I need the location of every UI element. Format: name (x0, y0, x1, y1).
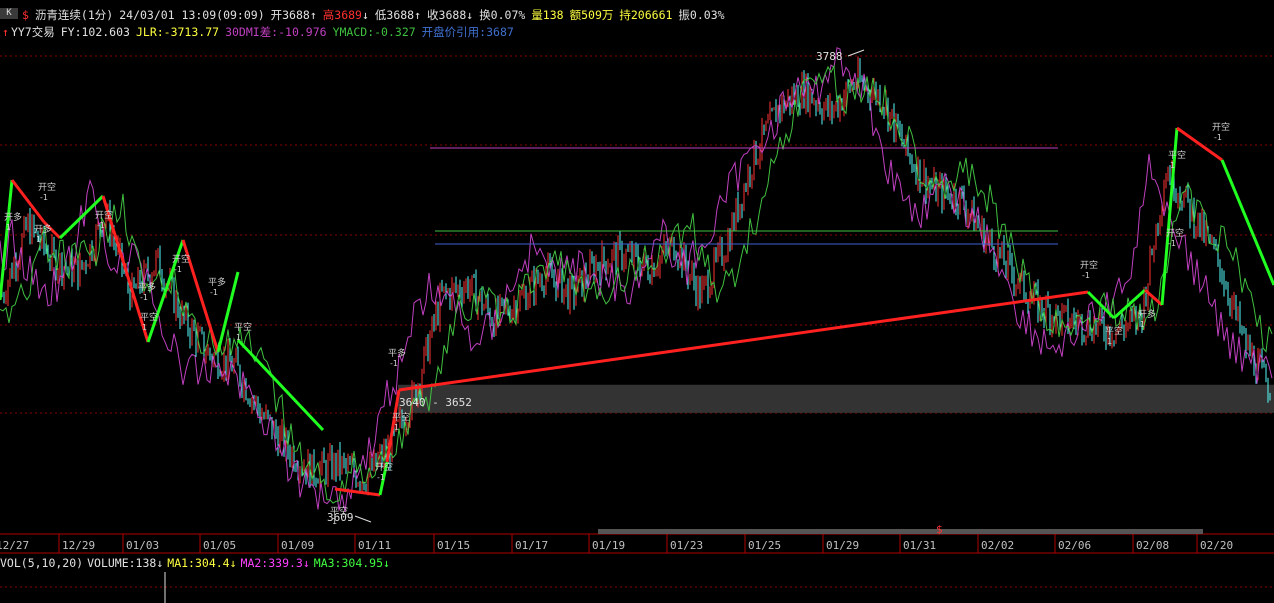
volume-arrow-icon: ↓ (156, 556, 164, 570)
signal-sub: 1 (236, 333, 241, 342)
signal-sub: 1 (1140, 320, 1145, 329)
signal-label: 开空 (375, 461, 393, 473)
signal-label: 平空 (234, 321, 252, 333)
signal-label: 平空 (392, 411, 410, 423)
signal-sub: -1 (40, 193, 48, 202)
x-tick-label: 01/03 (126, 539, 159, 552)
signal-sub: -1 (390, 359, 398, 368)
signal-sub: 1 (6, 223, 11, 232)
x-tick-label: 01/11 (358, 539, 391, 552)
signal-sub: -1 (377, 473, 385, 482)
signal-segment (334, 487, 381, 497)
low-annotation: 3609 (327, 511, 354, 524)
signal-label: 平多 (208, 276, 226, 288)
signal-label: 开空 (1166, 227, 1184, 239)
signal-label: 开多 (4, 211, 22, 223)
volume-header: VOL(5,10,20) VOLUME:138↓ MA1:304.4↓ MA2:339… (0, 556, 394, 570)
signal-label: 平多 (388, 347, 406, 359)
signal-sub: -1 (1168, 239, 1176, 248)
ma2-arrow-icon: ↓ (302, 556, 310, 570)
range-box (398, 384, 1274, 413)
x-tick-label: 01/25 (748, 539, 781, 552)
x-tick-label: 01/15 (437, 539, 470, 552)
signal-label: 平空 (1168, 149, 1186, 161)
low-leader (354, 515, 372, 523)
kline-chart[interactable]: 开多1开空-1开多1开空-1平多-1平空1开空-1平多-1平空1平多-1平空1开… (0, 0, 1274, 603)
signal-segment (1220, 159, 1274, 286)
signal-sub: -1 (140, 293, 148, 302)
signal-sub: 1 (142, 323, 147, 332)
box-annotation: 3640 - 3652 (399, 396, 472, 409)
signal-sub: 1 (394, 423, 399, 432)
x-tick-label: 02/02 (981, 539, 1014, 552)
signal-sub: -1 (174, 265, 182, 274)
x-tick-label: 01/19 (592, 539, 625, 552)
x-tick-label: 01/09 (281, 539, 314, 552)
signal-label: 平空 (140, 311, 158, 323)
x-tick-label: 12/29 (62, 539, 95, 552)
signal-sub: -1 (1214, 133, 1222, 142)
signal-label: 平空 (1105, 325, 1123, 337)
ma2-value: MA2:339.3 (240, 556, 303, 570)
x-tick-label: 01/17 (515, 539, 548, 552)
signal-segment (398, 290, 1089, 392)
x-tick-label: 02/06 (1058, 539, 1091, 552)
x-tick-label: 01/23 (670, 539, 703, 552)
signal-label: 开空 (1212, 121, 1230, 133)
signal-label: 平多 (138, 281, 156, 293)
signal-label: 开多 (34, 223, 52, 235)
signal-sub: -1 (1082, 271, 1090, 280)
dollar-marker: $ (936, 523, 943, 536)
scroll-bar (598, 529, 1203, 534)
signal-sub: 1 (36, 235, 41, 244)
signal-label: 开空 (172, 253, 190, 265)
signal-sub: -1 (210, 288, 218, 297)
signal-label: 开多 (1138, 308, 1156, 320)
x-tick-label: 02/08 (1136, 539, 1169, 552)
x-tick-label: 01/05 (203, 539, 236, 552)
x-tick-label: 02/20 (1200, 539, 1233, 552)
vol-label[interactable]: VOL(5,10,20) (0, 556, 83, 570)
volume-value: VOLUME:138 (87, 556, 157, 570)
ma1-value: MA1:304.4 (167, 556, 230, 570)
signal-segment (236, 338, 325, 432)
ma3-value: MA3:304.95 (313, 556, 384, 570)
signal-segment (1086, 290, 1116, 320)
x-tick-label: 01/29 (826, 539, 859, 552)
ymacd-line (0, 64, 1273, 504)
signal-label: 开空 (95, 209, 113, 221)
x-tick-label: 01/31 (903, 539, 936, 552)
signal-sub: -1 (97, 221, 105, 230)
x-tick-label: 12/27 (0, 539, 29, 552)
ma1-arrow-icon: ↓ (229, 556, 237, 570)
signal-label: 开空 (38, 181, 56, 193)
signal-label: 开空 (1080, 259, 1098, 271)
high-leader (847, 49, 865, 57)
signal-sub: 1 (1107, 337, 1112, 346)
signal-sub: 1 (1170, 161, 1175, 170)
high-annotation: 3788 (816, 50, 843, 63)
ma3-arrow-icon: ↓ (383, 556, 390, 570)
